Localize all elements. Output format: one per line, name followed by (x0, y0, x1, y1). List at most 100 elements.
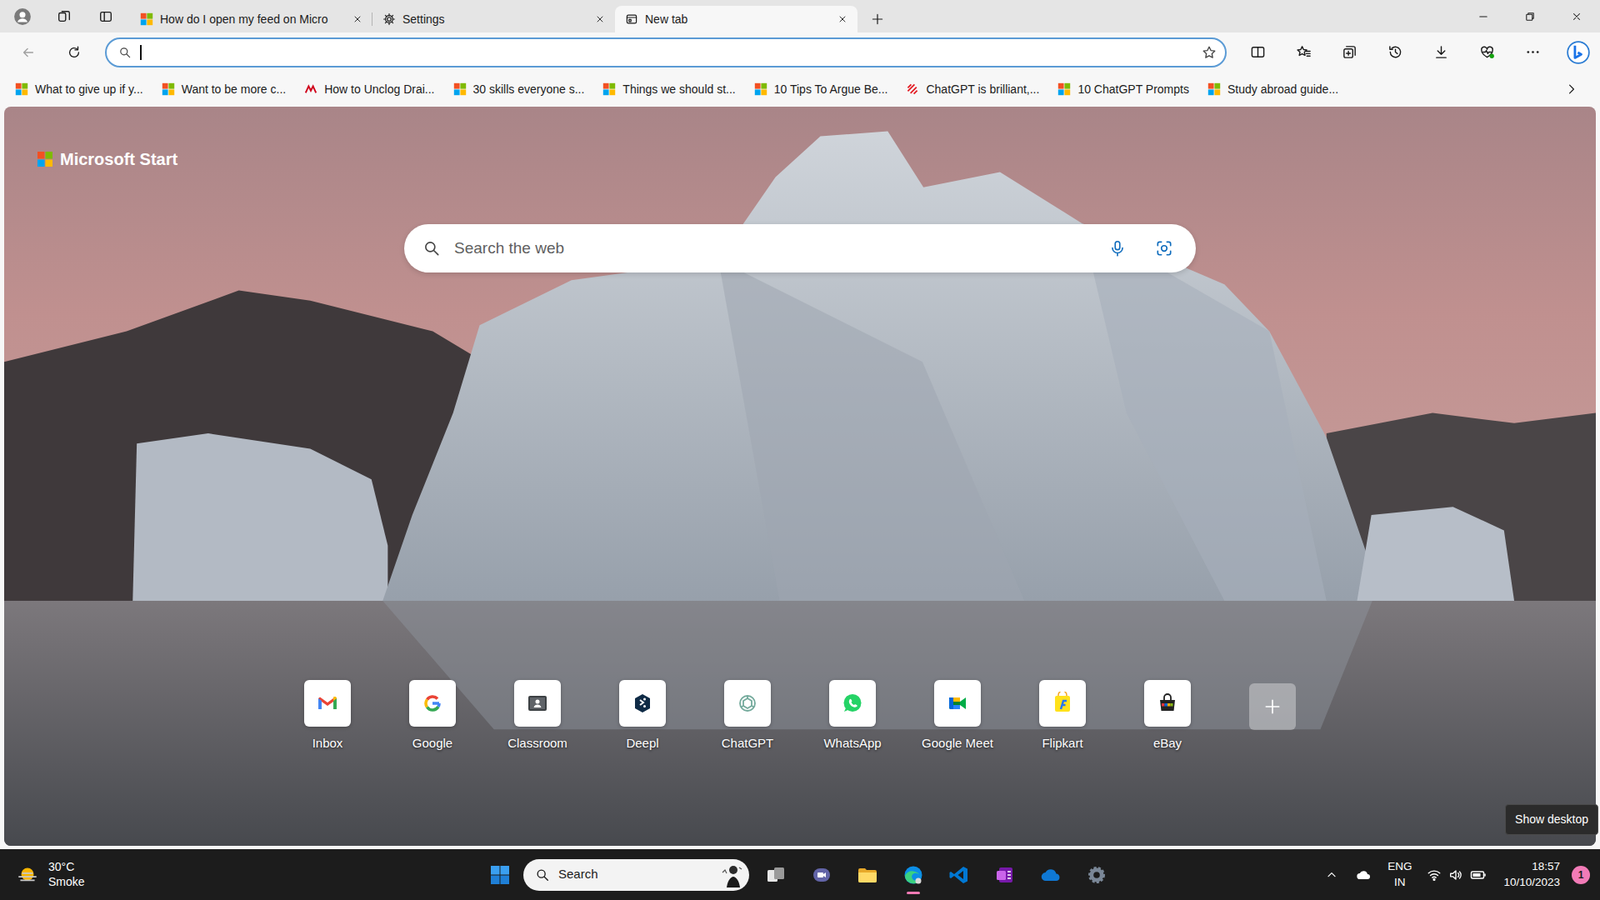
taskbar-app[interactable] (1075, 855, 1119, 895)
taskbar-app[interactable] (891, 855, 935, 895)
notification-badge[interactable]: 1 (1571, 865, 1590, 885)
search-icon (422, 239, 441, 258)
favorite-item[interactable]: Things we should st... (599, 78, 739, 101)
collections-button[interactable] (1330, 39, 1368, 66)
deepl-icon (630, 691, 655, 715)
quick-link[interactable]: Flipkart (1010, 680, 1115, 754)
new-tab-button[interactable] (862, 5, 893, 33)
favorite-item[interactable]: How to Unclog Drai... (300, 78, 438, 101)
star-icon[interactable] (1201, 45, 1217, 60)
vertical-tabs-icon (98, 9, 114, 25)
favorite-item[interactable]: 10 Tips To Argue Be... (750, 78, 892, 101)
close-tab-button[interactable] (590, 9, 610, 30)
quick-link[interactable]: Inbox (275, 680, 380, 754)
quick-link[interactable]: Google Meet (905, 680, 1010, 754)
taskbar-app[interactable] (754, 855, 798, 895)
windows-logo-icon (489, 864, 511, 886)
quick-link[interactable]: ChatGPT (695, 680, 800, 754)
favorite-item[interactable]: 30 skills everyone s... (450, 78, 589, 101)
quick-link[interactable]: Classroom (485, 680, 590, 754)
cloud-icon (1355, 866, 1372, 884)
favorites-button[interactable] (1285, 39, 1322, 66)
quick-link-tile (1039, 680, 1086, 727)
favorite-item[interactable]: Study abroad guide... (1204, 78, 1342, 101)
browser-tab[interactable]: Settings (372, 5, 615, 33)
split-screen-button[interactable] (1239, 39, 1276, 66)
taskbar-app[interactable] (1029, 855, 1073, 895)
search-placeholder[interactable]: Search the web (454, 236, 1088, 261)
quick-link[interactable]: Deepl (590, 680, 695, 754)
start-button[interactable] (481, 855, 519, 895)
close-tab-button[interactable] (347, 9, 368, 30)
ebay-icon (1155, 691, 1180, 715)
quick-link[interactable]: eBay (1115, 680, 1220, 754)
add-shortcut-button[interactable] (1220, 680, 1325, 730)
web-search-box[interactable]: Search the web (404, 224, 1196, 273)
favorite-item[interactable]: Want to be more c... (158, 78, 290, 101)
text-caret (140, 45, 142, 60)
quick-settings[interactable] (1421, 866, 1492, 884)
close-window-button[interactable] (1553, 0, 1600, 33)
address-bar[interactable] (105, 37, 1227, 68)
restore-button[interactable] (1506, 0, 1554, 33)
quick-link[interactable]: Google (380, 680, 485, 754)
taskbar-apps: Search (481, 855, 1119, 895)
hidden-icons-button[interactable] (1317, 858, 1346, 892)
history-icon (1387, 44, 1404, 60)
window-controls (1460, 0, 1600, 33)
favorite-item[interactable]: ChatGPT is brilliant,... (902, 78, 1043, 101)
refresh-button[interactable] (57, 39, 91, 66)
weather-widget[interactable]: 30°CSmoke (0, 860, 85, 890)
quick-link[interactable]: WhatsApp (800, 680, 905, 754)
more-button[interactable] (1514, 39, 1551, 66)
tab-title: How do I open my feed on Micro (160, 11, 341, 27)
taskbar-search[interactable]: Search (523, 859, 750, 891)
downloads-button[interactable] (1422, 39, 1460, 66)
more-favorites-button[interactable] (1555, 75, 1589, 103)
favorites-bar: What to give up if y... Want to be more c… (0, 71, 1600, 107)
temperature: 30°C (48, 860, 85, 875)
toolbar (0, 32, 1600, 72)
workspaces-button[interactable] (47, 3, 81, 30)
onedrive-tray-button[interactable] (1349, 858, 1378, 892)
favorite-item[interactable]: What to give up if y... (11, 78, 147, 101)
copilot-button[interactable] (1560, 39, 1597, 66)
taskbar-app[interactable] (845, 855, 890, 895)
taskbar-app[interactable] (983, 855, 1027, 895)
quick-link-tile (619, 680, 666, 727)
profile-button[interactable] (5, 3, 40, 30)
browser-tab[interactable]: New tab (615, 5, 858, 33)
microsoft-start-logo[interactable]: Microsoft Start (36, 146, 178, 172)
history-button[interactable] (1376, 39, 1414, 66)
browser-tab[interactable]: How do I open my feed on Micro (130, 5, 373, 33)
tab-actions (5, 0, 123, 33)
running-indicator (998, 891, 1012, 895)
back-button[interactable] (11, 39, 45, 66)
region-code: IN (1387, 875, 1412, 890)
favorite-item[interactable]: 10 ChatGPT Prompts (1054, 78, 1193, 101)
visual-search-button[interactable] (1147, 235, 1181, 262)
input-language[interactable]: ENGIN (1380, 859, 1419, 890)
minimize-button[interactable] (1460, 0, 1507, 33)
language-code: ENG (1387, 859, 1412, 875)
classroom-icon (525, 691, 550, 715)
quick-link-tile (934, 680, 981, 727)
bing-icon (1566, 40, 1590, 65)
vertical-tabs-button[interactable] (89, 3, 123, 30)
favorite-label: What to give up if y... (35, 80, 144, 99)
clock[interactable]: 18:5710/10/2023 (1495, 859, 1569, 890)
taskbar-app[interactable] (800, 855, 844, 895)
search-icon (535, 867, 550, 883)
close-tab-button[interactable] (832, 9, 853, 30)
quick-link-tile (409, 680, 456, 727)
close-icon (352, 14, 363, 25)
gmail-icon (315, 691, 340, 715)
onenote-icon (994, 864, 1016, 886)
browser-essentials-button[interactable] (1468, 39, 1505, 66)
taskbar-app[interactable] (937, 855, 981, 895)
profile-icon (13, 7, 32, 26)
quick-links: InboxGoogle Classroom DeeplChatGPTWhatsApp… (36, 680, 1564, 754)
voice-search-button[interactable] (1100, 235, 1135, 262)
quick-link-label: Classroom (507, 734, 568, 754)
plus-icon (870, 12, 885, 26)
